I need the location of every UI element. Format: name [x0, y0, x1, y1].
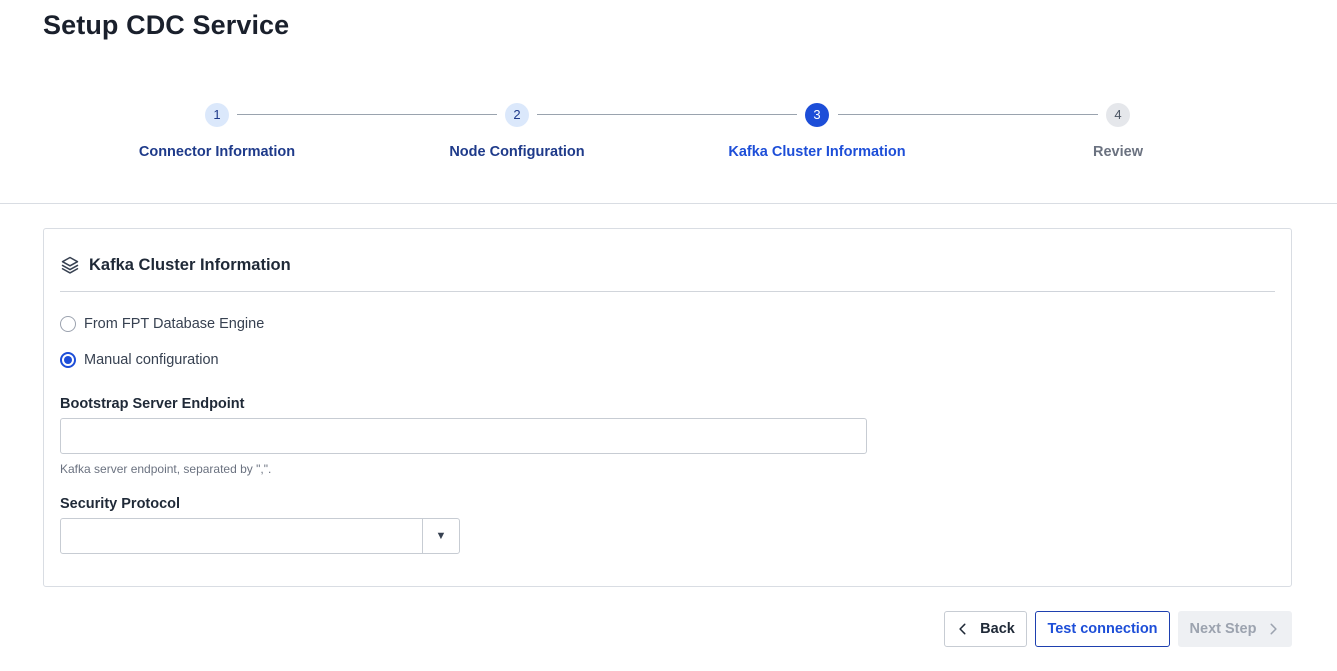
step-2-label[interactable]: Node Configuration	[387, 144, 647, 160]
security-protocol-label: Security Protocol	[60, 496, 181, 512]
kafka-cluster-card: Kafka Cluster Information From FPT Datab…	[43, 228, 1292, 587]
step-1-number[interactable]: 1	[205, 103, 229, 127]
step-connector-3	[838, 114, 1098, 115]
step-4-number: 4	[1106, 103, 1130, 127]
radio-manual-configuration[interactable]: Manual configuration	[60, 352, 219, 368]
test-connection-label: Test connection	[1047, 621, 1158, 637]
security-protocol-value[interactable]	[61, 519, 422, 553]
back-button-label: Back	[980, 621, 1015, 637]
step-3-label[interactable]: Kafka Cluster Information	[687, 144, 947, 160]
chevron-right-icon	[1270, 623, 1278, 635]
next-step-label: Next Step	[1189, 621, 1257, 637]
bootstrap-endpoint-help: Kafka server endpoint, separated by ",".	[60, 462, 272, 476]
chevron-left-icon	[959, 623, 966, 635]
back-button[interactable]: Back	[944, 611, 1027, 647]
radio-manual-configuration-circle[interactable]	[60, 352, 76, 368]
radio-manual-configuration-label: Manual configuration	[84, 352, 219, 368]
layers-icon	[61, 256, 79, 274]
security-protocol-select[interactable]: ▼	[60, 518, 460, 554]
step-3-number[interactable]: 3	[805, 103, 829, 127]
page-title: Setup CDC Service	[43, 10, 290, 40]
card-title: Kafka Cluster Information	[89, 255, 291, 274]
header-divider	[0, 203, 1337, 204]
test-connection-button[interactable]: Test connection	[1035, 611, 1170, 647]
radio-fpt-database-engine[interactable]: From FPT Database Engine	[60, 316, 264, 332]
stepper: 1 2 3 4 Connector Information Node Confi…	[0, 100, 1337, 180]
step-connector-2	[537, 114, 797, 115]
step-4-label: Review	[1093, 144, 1143, 160]
step-2-number[interactable]: 2	[505, 103, 529, 127]
caret-down-icon[interactable]: ▼	[422, 519, 459, 553]
radio-fpt-database-engine-label: From FPT Database Engine	[84, 316, 265, 332]
card-divider	[60, 291, 1275, 292]
radio-fpt-database-engine-circle[interactable]	[60, 316, 76, 332]
bootstrap-endpoint-label: Bootstrap Server Endpoint	[60, 396, 245, 412]
step-connector-1	[237, 114, 497, 115]
card-header: Kafka Cluster Information	[60, 255, 291, 275]
next-step-button[interactable]: Next Step	[1178, 611, 1292, 647]
bootstrap-endpoint-input[interactable]	[60, 418, 867, 454]
step-1-label[interactable]: Connector Information	[87, 144, 347, 160]
